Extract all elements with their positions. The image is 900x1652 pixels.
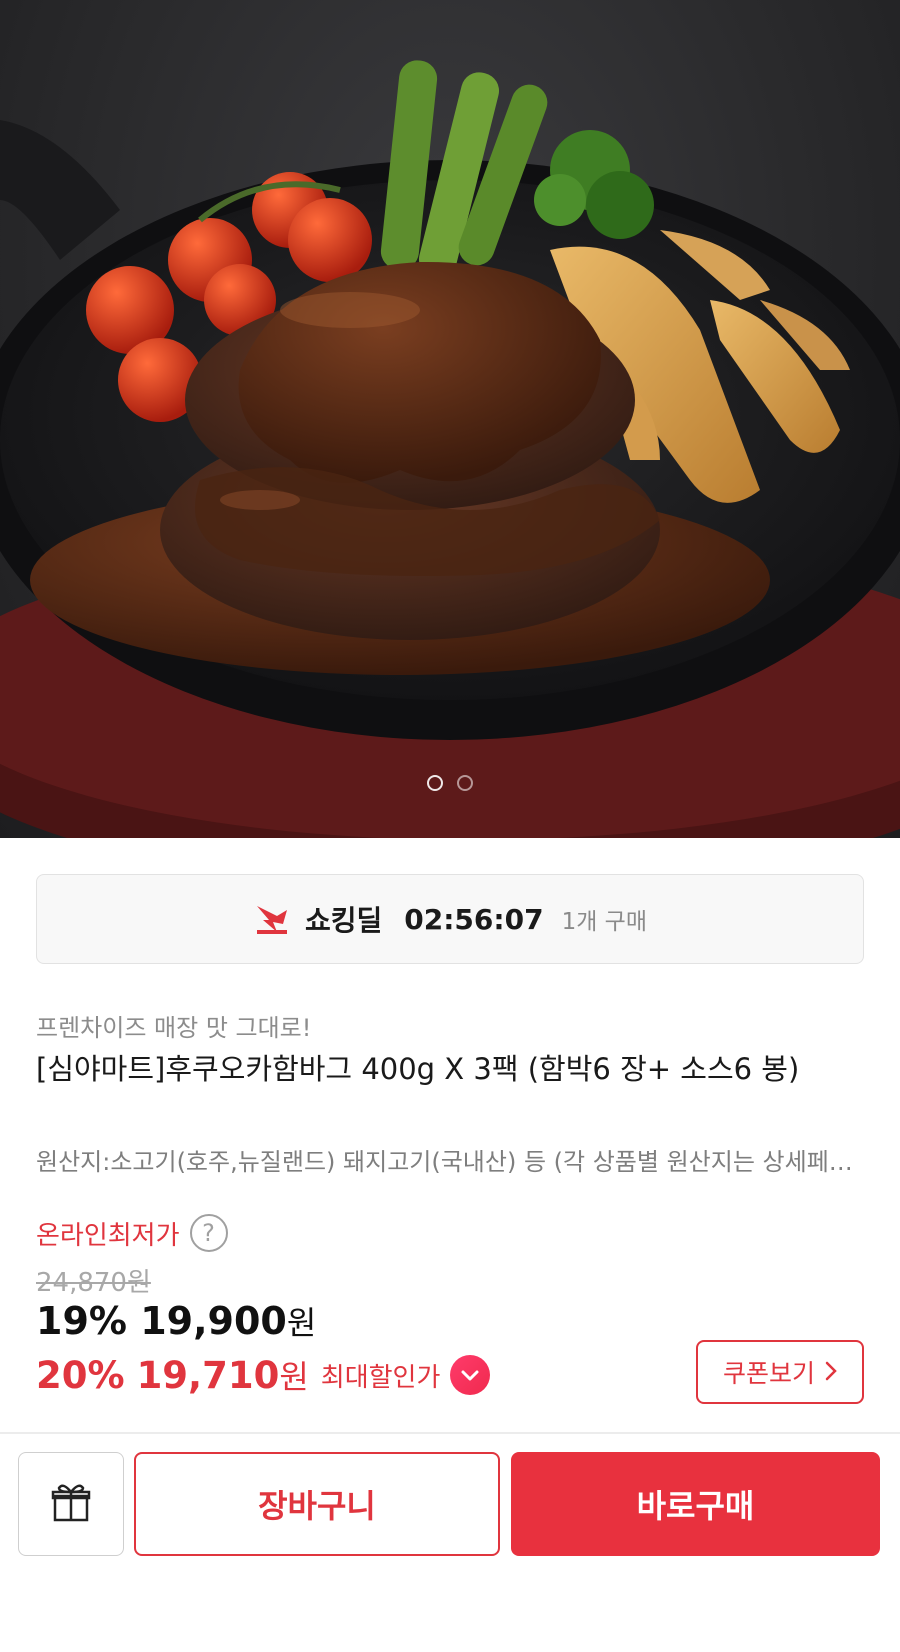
price-unit: 원 xyxy=(286,1304,317,1342)
hamburg-steak-photo xyxy=(0,60,900,838)
max-price-value: 19,710 xyxy=(136,1353,280,1397)
carousel-indicators[interactable] xyxy=(0,775,900,791)
lowest-price-badge: 온라인최저가 ? xyxy=(36,1214,228,1252)
lowest-price-label: 온라인최저가 xyxy=(36,1220,180,1251)
original-price: 24,870원 xyxy=(36,1268,151,1298)
buy-now-button[interactable]: 바로구매 xyxy=(511,1452,880,1556)
product-image-carousel[interactable] xyxy=(0,0,900,838)
carousel-dot-active[interactable] xyxy=(427,775,443,791)
carousel-dot[interactable] xyxy=(457,775,473,791)
deal-label: 쇼킹딜 xyxy=(304,904,383,937)
gift-button[interactable] xyxy=(18,1452,124,1556)
product-subtitle: 프렌차이즈 매장 맛 그대로! xyxy=(36,1014,312,1042)
discount-percent: 19% xyxy=(36,1299,127,1343)
max-discount-label: 최대할인가 xyxy=(320,1362,441,1393)
shocking-deal-bar[interactable]: 쇼킹딜 02:56:07 1개 구매 xyxy=(36,874,864,964)
section-divider xyxy=(0,1432,900,1434)
shocking-deal-icon xyxy=(253,902,291,936)
deal-countdown: 02:56:07 xyxy=(404,902,544,936)
chevron-right-icon xyxy=(825,1358,837,1387)
max-discount-percent: 20% xyxy=(36,1353,125,1397)
coupon-button-label: 쿠폰보기 xyxy=(722,1359,815,1388)
view-coupons-button[interactable]: 쿠폰보기 xyxy=(696,1340,864,1404)
product-origin: 원산지:소고기(호주,뉴질랜드) 돼지고기(국내산) 등 (각 상품별 원산지는… xyxy=(36,1148,866,1176)
max-discount-price[interactable]: 20% 19,710 원 최대할인가 xyxy=(36,1352,491,1398)
max-price-unit: 원 xyxy=(279,1358,309,1396)
help-icon[interactable]: ? xyxy=(189,1214,228,1252)
purchase-count: 1개 구매 xyxy=(561,909,647,935)
product-title: [심야마트]후쿠오카함바그 400g X 3팩 (함박6 장+ 소스6 봉) xyxy=(36,1052,800,1086)
sale-price: 19% 19,900원 xyxy=(36,1298,316,1344)
add-to-cart-button[interactable]: 장바구니 xyxy=(134,1452,500,1556)
gift-icon xyxy=(49,1480,93,1528)
price-value: 19,900 xyxy=(140,1299,287,1343)
chevron-down-icon[interactable] xyxy=(450,1355,491,1395)
